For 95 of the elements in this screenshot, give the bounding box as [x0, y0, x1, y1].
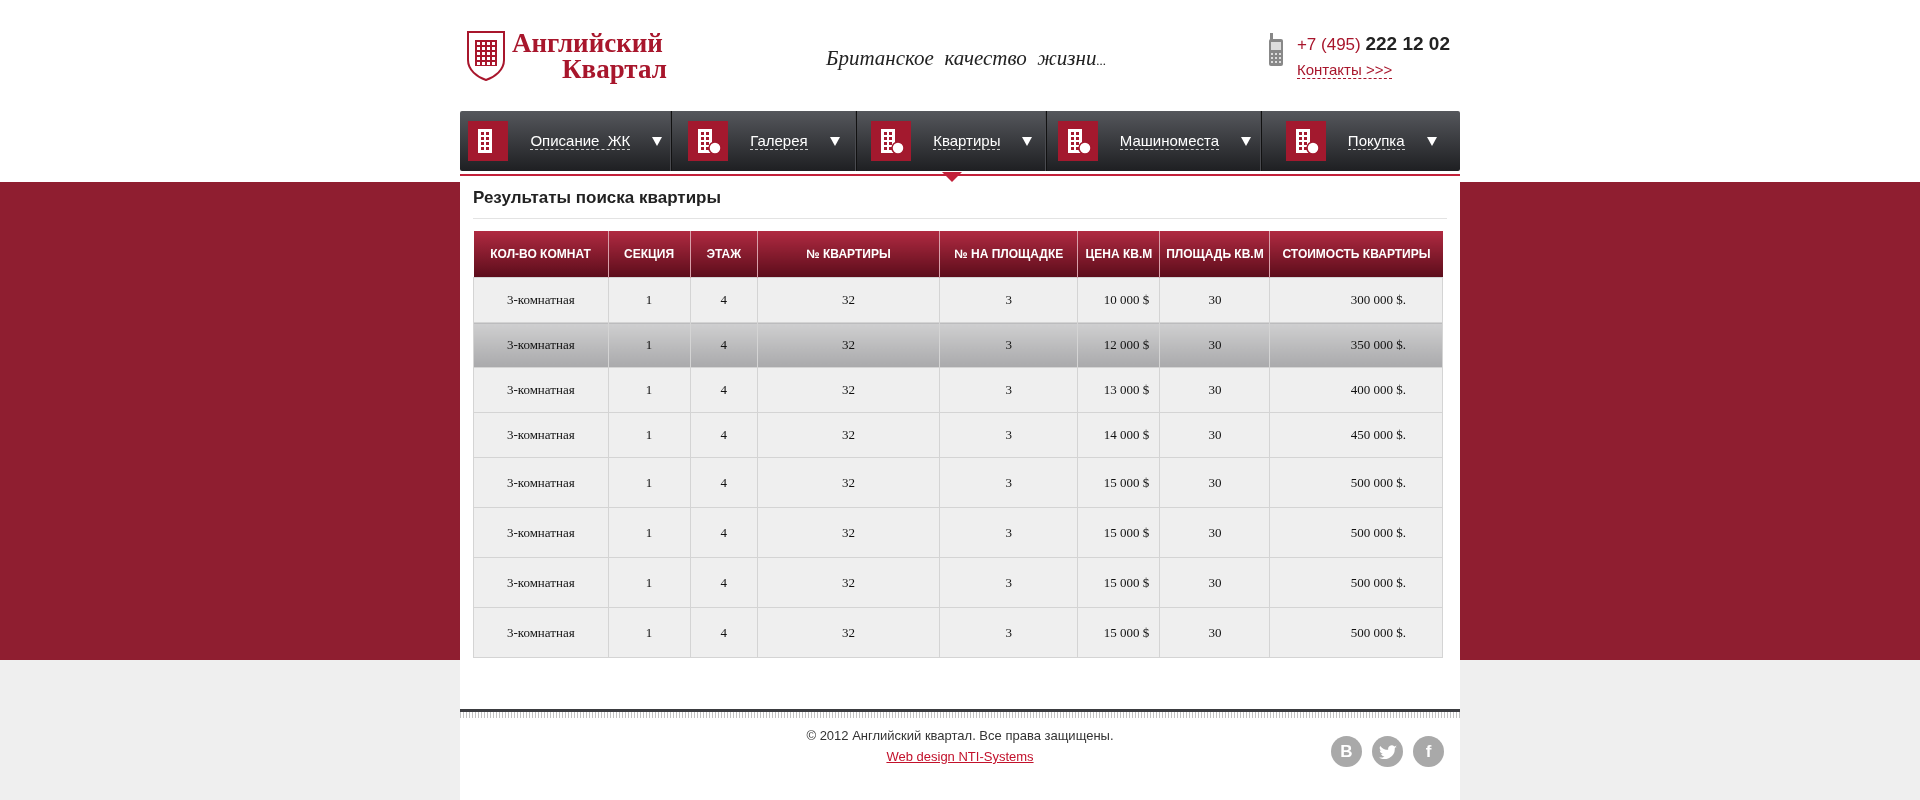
- table-cell: 32: [757, 277, 940, 323]
- building-icon: [688, 121, 729, 161]
- table-cell: 3-комнатная: [473, 277, 609, 323]
- table-cell: 3: [939, 557, 1078, 608]
- table-cell: 30: [1159, 277, 1270, 323]
- table-cell: 400 000 $.: [1269, 367, 1443, 413]
- table-cell: 3-комнатная: [473, 557, 609, 608]
- table-cell: 32: [757, 412, 940, 458]
- phone-number: +7 (495) 222 12 02: [1296, 32, 1450, 55]
- table-cell: 4: [690, 507, 758, 558]
- table-cell: 30: [1159, 457, 1270, 508]
- mobile-phone-icon: [1266, 32, 1285, 67]
- table-cell: 3: [939, 412, 1078, 458]
- caret-icon: [1426, 136, 1437, 146]
- column-header: № КВАРТИРЫ: [757, 231, 940, 278]
- table-cell: 3: [939, 457, 1078, 508]
- table-cell: 14 000 $: [1077, 412, 1160, 458]
- table-cell: 1: [608, 557, 691, 608]
- table-cell: 3: [939, 367, 1078, 413]
- table-cell: 32: [757, 507, 940, 558]
- bird-icon: [1378, 744, 1397, 759]
- table-cell: 32: [757, 557, 940, 608]
- twitter-button[interactable]: [1372, 736, 1403, 767]
- table-cell: 500 000 $.: [1269, 507, 1443, 558]
- table-cell: 300 000 $.: [1269, 277, 1443, 323]
- table-cell: 1: [608, 507, 691, 558]
- copyright-text: © 2012 Английский квартал. Все права защищены.: [806, 728, 1114, 743]
- table-cell: 15 000 $: [1077, 607, 1160, 658]
- column-header: СЕКЦИЯ: [608, 231, 691, 278]
- caret-icon: [1241, 136, 1252, 146]
- column-header: ЭТАЖ: [690, 231, 758, 278]
- table-cell: 4: [690, 457, 758, 508]
- nav-item[interactable]: Покупка: [1262, 111, 1460, 171]
- table-cell: 3-комнатная: [473, 607, 609, 658]
- table-cell: 15 000 $: [1077, 557, 1160, 608]
- building-icon: [468, 121, 509, 161]
- table-cell: 1: [608, 607, 691, 658]
- table-cell: 350 000 $.: [1269, 322, 1443, 368]
- table-cell: 1: [608, 457, 691, 508]
- table-cell: 3-комнатная: [473, 457, 609, 508]
- table-cell: 12 000 $: [1077, 322, 1160, 368]
- table-cell: 4: [690, 322, 758, 368]
- table-cell: 450 000 $.: [1269, 412, 1443, 458]
- table-cell: 30: [1159, 412, 1270, 458]
- building-icon: [1285, 121, 1326, 161]
- table-cell: 30: [1159, 322, 1270, 368]
- table-cell: 4: [690, 367, 758, 413]
- column-header: № НА ПЛОЩАДКЕ: [939, 231, 1078, 278]
- credit-link[interactable]: Web design NTI-Systems: [886, 749, 1034, 764]
- table-cell: 4: [690, 412, 758, 458]
- table-cell: 3: [939, 322, 1078, 368]
- column-header: ПЛОЩАДЬ КВ.М: [1159, 231, 1270, 278]
- table-cell: 10 000 $: [1077, 277, 1160, 323]
- table-cell: 3: [939, 507, 1078, 558]
- table-cell: 32: [757, 607, 940, 658]
- table-cell: 32: [757, 367, 940, 413]
- table-cell: 1: [608, 367, 691, 413]
- table-cell: 32: [757, 457, 940, 508]
- nav-item[interactable]: Галерея: [671, 111, 858, 171]
- table-cell: 4: [690, 277, 758, 323]
- table-cell: 3: [939, 607, 1078, 658]
- shield-logo-icon: [466, 29, 506, 82]
- caret-icon: [829, 136, 840, 146]
- table-cell: 4: [690, 557, 758, 608]
- page-title: Результаты поиска квартиры: [473, 188, 1447, 219]
- table-cell: 3-комнатная: [473, 507, 609, 558]
- table-cell: 30: [1159, 607, 1270, 658]
- building-icon: [1057, 121, 1098, 161]
- table-cell: 30: [1159, 557, 1270, 608]
- table-cell: 32: [757, 322, 940, 368]
- table-cell: 4: [690, 607, 758, 658]
- table-cell: 1: [608, 412, 691, 458]
- table-cell: 15 000 $: [1077, 457, 1160, 508]
- logo-text: Английский Квартал: [512, 29, 667, 82]
- column-header: ЦЕНА КВ.М: [1077, 231, 1160, 278]
- table-cell: 1: [608, 277, 691, 323]
- table-cell: 3-комнатная: [473, 412, 609, 458]
- table-cell: 13 000 $: [1077, 367, 1160, 413]
- table-cell: 30: [1159, 507, 1270, 558]
- column-header: СТОИМОСТЬ КВАРТИРЫ: [1269, 231, 1443, 278]
- caret-icon: [1022, 136, 1033, 146]
- table-cell: 3: [939, 277, 1078, 323]
- slogan: Британское качество жизни...: [826, 46, 1108, 71]
- table-cell: 3-комнатная: [473, 367, 609, 413]
- table-cell: 500 000 $.: [1269, 557, 1443, 608]
- table-cell: 30: [1159, 367, 1270, 413]
- table-cell: 15 000 $: [1077, 507, 1160, 558]
- building-icon: [871, 121, 912, 161]
- table-cell: 500 000 $.: [1269, 457, 1443, 508]
- column-header: КОЛ-ВО КОМНАТ: [473, 231, 609, 278]
- table-cell: 1: [608, 322, 691, 368]
- table-cell: 3-комнатная: [473, 322, 609, 368]
- table-cell: 500 000 $.: [1269, 607, 1443, 658]
- contacts-link[interactable]: Контакты >>>: [1296, 60, 1393, 79]
- caret-icon: [652, 136, 663, 146]
